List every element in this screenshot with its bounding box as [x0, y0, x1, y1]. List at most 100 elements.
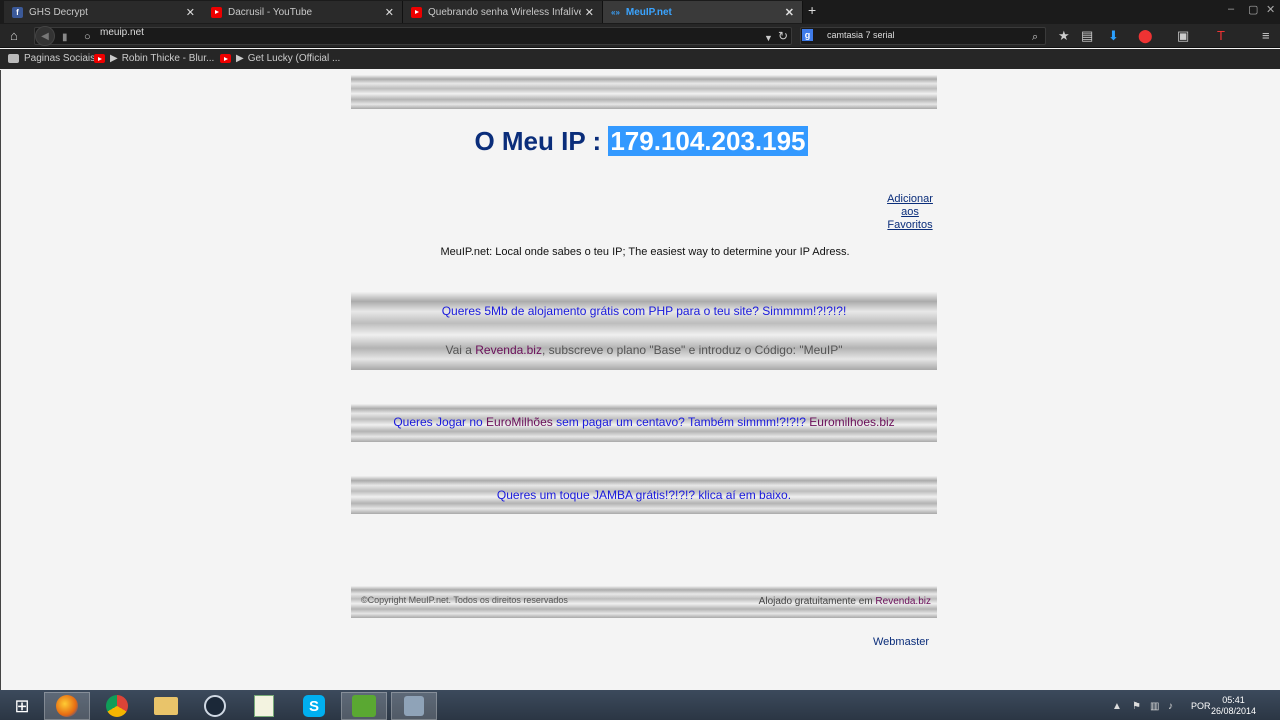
play-icon: ▶ [236, 53, 244, 64]
bookmark-get-lucky[interactable]: ▶ Get Lucky (Official ... [220, 53, 340, 64]
menu-icon[interactable]: ≡ [1262, 28, 1270, 44]
euromilhoes-link[interactable]: EuroMilhões [486, 415, 553, 429]
folder-icon [8, 54, 19, 63]
language-indicator[interactable]: POR [1191, 701, 1211, 711]
tab-title: MeuIP.net [625, 6, 672, 18]
tab-quebrando-senha[interactable]: Quebrando senha Wireless Infalível ... ✕ [403, 1, 603, 23]
search-input[interactable]: camtasia 7 serial [827, 30, 895, 40]
maximize-icon[interactable]: ▢ [1248, 3, 1258, 16]
nav-bar: ⌂ ◀ ▮ ○ meuip.net ▼ ↻ ⌕ ★ ▤ ⬇ ⬤ ▣ T ≡ [0, 24, 1280, 48]
close-icon[interactable]: ✕ [785, 6, 794, 19]
revenda-footer-link[interactable]: Revenda.biz [875, 596, 931, 607]
youtube-icon [411, 6, 422, 18]
steam-icon [204, 695, 226, 717]
bookmark-label: Paginas Sociais [24, 53, 96, 64]
tab-bar: f GHS Decrypt ✕ Dacrusil - YouTube ✕ Que… [0, 0, 1280, 24]
hosted-text: Alojado gratuitamente em Revenda.biz [759, 596, 931, 607]
euromilhoes-biz-link[interactable]: Euromilhoes.biz [809, 415, 894, 429]
star-icon[interactable]: ★ [1058, 28, 1070, 44]
start-button[interactable]: ⊞ [0, 692, 44, 720]
close-icon[interactable]: ✕ [186, 6, 195, 19]
folder-icon [154, 697, 178, 715]
firefox-icon [56, 695, 78, 717]
volume-icon[interactable]: ♪ [1168, 701, 1173, 712]
home-icon[interactable]: ⌂ [10, 28, 18, 44]
title-prefix: O Meu IP : [474, 126, 609, 156]
tab-dacrusil-youtube[interactable]: Dacrusil - YouTube ✕ [203, 1, 403, 23]
copyright-text: ©Copyright MeuIP.net. Todos os direitos … [361, 595, 568, 605]
taskbar-camtasia[interactable] [341, 692, 387, 720]
clock-date: 26/08/2014 [1210, 706, 1256, 716]
taskbar-app[interactable] [241, 692, 287, 720]
skype-addon-icon[interactable]: ▣ [1177, 28, 1189, 44]
bookmark-paginas-sociais[interactable]: Paginas Sociais [8, 53, 95, 64]
promo-euromilhoes: Queres Jogar no EuroMilhões sem pagar um… [351, 415, 937, 429]
page-title: O Meu IP : 179.104.203.195 [1, 126, 1280, 157]
url-bar[interactable] [34, 27, 792, 45]
promo-euromilhoes-bar: Queres Jogar no EuroMilhões sem pagar um… [351, 404, 937, 442]
close-icon[interactable]: ✕ [585, 6, 594, 19]
taskbar-explorer[interactable] [143, 692, 189, 720]
close-window-icon[interactable]: ✕ [1266, 3, 1275, 16]
header-bar [351, 75, 937, 109]
bookmark-robin-thicke[interactable]: ▶ Robin Thicke - Blur... [94, 53, 214, 64]
chevron-down-icon[interactable]: ▼ [764, 30, 773, 46]
promo-hosting-bar: Queres 5Mb de alojamento grátis com PHP … [351, 292, 937, 370]
taskbar-firefox[interactable] [44, 692, 90, 720]
reload-icon[interactable]: ↻ [778, 28, 788, 44]
close-icon[interactable]: ✕ [385, 6, 394, 19]
tab-meuip[interactable]: «» MeuIP.net ✕ [603, 1, 803, 23]
bookmark-label: Get Lucky (Official ... [247, 53, 341, 64]
promo-hosting-link[interactable]: Queres 5Mb de alojamento grátis com PHP … [351, 304, 937, 318]
promo-text: Vai a [445, 343, 476, 357]
addon-t-icon[interactable]: T [1217, 28, 1225, 44]
tool-icon [404, 696, 424, 716]
document-icon [254, 695, 274, 717]
tab-title: Dacrusil - YouTube [228, 6, 313, 18]
google-icon[interactable]: g [802, 29, 813, 41]
promo-hosting-instructions: Vai a Revenda.biz, subscreve o plano "Ba… [351, 343, 937, 357]
ip-address[interactable]: 179.104.203.195 [608, 126, 808, 156]
search-icon[interactable]: ⌕ [1032, 29, 1038, 45]
new-tab-button[interactable]: + [808, 2, 816, 18]
add-favorites-link[interactable]: Adicionar aos Favoritos [881, 193, 939, 232]
promo-text[interactable]: Queres Jogar no [393, 415, 486, 429]
identity-icon[interactable]: ▮ [62, 30, 68, 46]
flag-icon[interactable]: ⚑ [1132, 701, 1141, 712]
footer-bar: ©Copyright MeuIP.net. Todos os direitos … [351, 586, 937, 618]
tab-ghs-decrypt[interactable]: f GHS Decrypt ✕ [4, 1, 204, 23]
promo-text[interactable]: sem pagar um centavo? Também simmm!?!?!? [553, 415, 810, 429]
facebook-icon: f [12, 6, 23, 18]
chrome-icon [106, 695, 128, 717]
windows-icon: ⊞ [14, 695, 30, 716]
page-content: O Meu IP : 179.104.203.195 Adicionar aos… [0, 70, 1280, 690]
promo-jamba-link[interactable]: Queres um toque JAMBA grátis!?!?!? klica… [351, 488, 937, 502]
hosted-prefix: Alojado gratuitamente em [758, 596, 876, 607]
clock-time: 05:41 [1222, 695, 1245, 705]
chevron-up-icon[interactable]: ▲ [1112, 701, 1122, 712]
bookmark-label: Robin Thicke - Blur... [121, 53, 215, 64]
promo-jamba-bar: Queres um toque JAMBA grátis!?!?!? klica… [351, 476, 937, 514]
play-icon: ▶ [110, 53, 118, 64]
taskbar-steam[interactable] [192, 692, 238, 720]
taskbar-chrome[interactable] [94, 692, 140, 720]
revenda-link[interactable]: Revenda.biz [475, 343, 542, 357]
clock[interactable]: 05:41 26/08/2014 [1211, 695, 1256, 717]
camtasia-icon [352, 695, 376, 717]
taskbar-skype[interactable]: S [291, 692, 337, 720]
url-text[interactable]: meuip.net [100, 27, 144, 38]
webmaster-link[interactable]: Webmaster [873, 636, 929, 648]
download-icon[interactable]: ⬇ [1108, 28, 1119, 44]
promo-text: , subscreve o plano "Base" e introduz o … [541, 343, 843, 357]
adblock-icon[interactable]: ⬤ [1138, 28, 1153, 44]
network-icon[interactable]: ▥ [1150, 701, 1159, 712]
youtube-icon [220, 54, 231, 63]
youtube-icon [94, 54, 105, 63]
minimize-icon[interactable]: – [1228, 3, 1234, 15]
taskbar-tool[interactable] [391, 692, 437, 720]
back-button[interactable]: ◀ [35, 26, 55, 46]
taskbar: ⊞ S ▲ ⚑ ▥ ♪ POR 05:41 26/08/2014 [0, 690, 1280, 720]
tagline: MeuIP.net: Local onde sabes o teu IP; Th… [440, 246, 850, 258]
bookmarks-icon[interactable]: ▤ [1081, 28, 1093, 44]
globe-icon: ○ [84, 31, 91, 43]
